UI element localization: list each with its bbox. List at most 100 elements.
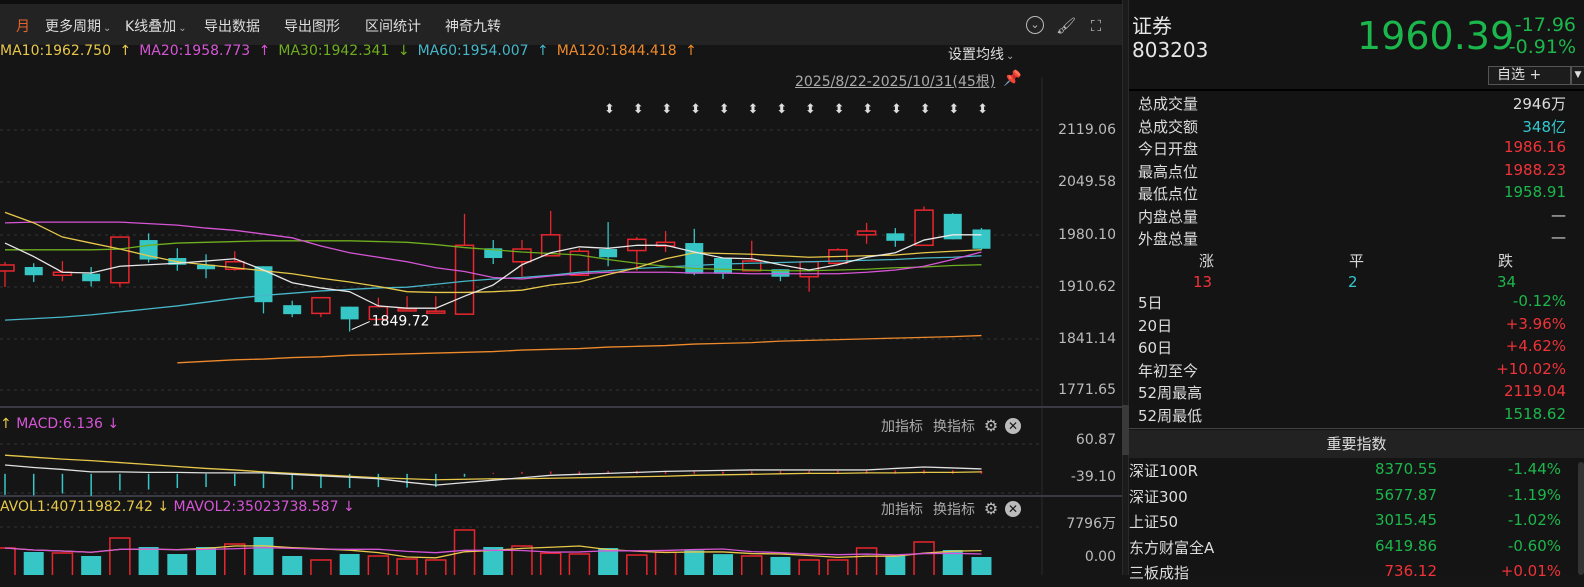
- export-image-button[interactable]: 导出图形: [284, 16, 340, 36]
- mavol2-arrow: ↓: [342, 499, 355, 515]
- candle-up: [311, 296, 331, 315]
- up-down-arrow-icon[interactable]: ⬍: [690, 102, 701, 117]
- perf-row: 年初至今 +10.02%: [1138, 360, 1566, 382]
- k-overlay-dropdown[interactable]: K线叠加 ⌄: [125, 16, 187, 36]
- stat-row: 最高点位 1988.23: [1138, 161, 1566, 183]
- stat-label: 总成交量: [1138, 95, 1199, 113]
- macd-arrow: ↓: [107, 416, 120, 432]
- index-change: -0.60%: [1507, 536, 1561, 555]
- ma-legend-item: MA120:1844.418 ↑: [557, 43, 701, 59]
- stat-value: 1958.91: [1503, 183, 1566, 201]
- range-stats-button[interactable]: 区间统计: [365, 16, 421, 36]
- candle-down: [599, 249, 618, 258]
- watchlist-dropdown-icon[interactable]: ▼: [1571, 66, 1584, 85]
- up-down-arrow-icon[interactable]: ⬍: [719, 102, 730, 117]
- pin-icon[interactable]: 📌: [1003, 69, 1022, 87]
- perf-label: 52周最低: [1138, 406, 1203, 425]
- close-icon[interactable]: ✕: [1005, 501, 1021, 517]
- volume-bar: [827, 559, 849, 575]
- volume-bar: [568, 553, 591, 575]
- chevron-circle-icon[interactable]: ⌄: [1026, 16, 1044, 34]
- stat-value: —: [1551, 205, 1566, 224]
- up-down-arrow-icon[interactable]: ⬍: [862, 102, 873, 117]
- stat-value: 1988.23: [1503, 160, 1566, 179]
- splitter-handle[interactable]: [1122, 405, 1129, 455]
- price-change: -17.96: [1514, 14, 1576, 36]
- candle-up: [0, 264, 15, 272]
- breadth-flat-count: 2: [1348, 273, 1358, 291]
- close-icon[interactable]: ✕: [1005, 418, 1021, 434]
- index-row[interactable]: 东方财富全A 6419.86 -0.60%: [1129, 537, 1569, 562]
- export-data-button[interactable]: 导出数据: [204, 16, 260, 36]
- candle-up: [856, 230, 877, 236]
- date-range-link[interactable]: 2025/8/22-2025/10/31(45根): [795, 71, 995, 91]
- perf-value: 2119.04: [1503, 382, 1566, 400]
- ma-value: MA20:1958.773: [139, 43, 251, 59]
- add-indicator-button[interactable]: 加指标: [881, 416, 923, 436]
- swap-indicator-button[interactable]: 换指标: [933, 416, 975, 436]
- up-down-arrow-icon[interactable]: ⬍: [604, 102, 615, 117]
- index-name: 东方财富全A: [1129, 538, 1215, 557]
- volume-bar: [971, 557, 992, 575]
- volume-legend: AVOL1:40711982.742 ↓ MAVOL2:35023738.587…: [0, 499, 355, 515]
- gear-icon[interactable]: ⚙: [983, 418, 999, 434]
- index-name: 深证300: [1129, 487, 1188, 506]
- up-down-arrow-icon[interactable]: ⬍: [948, 102, 959, 117]
- ma-value: MA30:1942.341: [278, 43, 390, 59]
- index-name: 三板成指: [1129, 564, 1190, 582]
- perf-row: 60日 +4.62%: [1138, 337, 1566, 359]
- index-price: 3015.45: [1374, 511, 1437, 529]
- index-price: 5677.87: [1374, 485, 1437, 504]
- mavol1-value: AVOL1:40711982.742: [0, 499, 153, 515]
- up-down-arrow-icon[interactable]: ⬍: [977, 102, 988, 117]
- index-row[interactable]: 上证50 3015.45 -1.02%: [1129, 511, 1569, 536]
- index-change: -1.19%: [1507, 485, 1561, 504]
- add-watchlist-button[interactable]: 自选 +: [1488, 66, 1571, 85]
- perf-row: 5日 -0.12%: [1138, 292, 1566, 314]
- brush-icon[interactable]: 🖌: [1056, 16, 1076, 36]
- fullscreen-icon[interactable]: ⛶: [1086, 16, 1106, 36]
- up-down-arrow-icon[interactable]: ⬍: [920, 102, 931, 117]
- volume-bar: [740, 555, 763, 575]
- ma-trend-arrow: ↑: [119, 43, 132, 59]
- magic-nine-button[interactable]: 神奇九转: [445, 16, 501, 36]
- volume-bar: [51, 552, 74, 575]
- volume-bar: [282, 555, 303, 575]
- ma-legend-item: MA10:1962.750 ↑: [0, 43, 135, 59]
- breadth-down-label: 跌: [1498, 252, 1514, 270]
- index-price: 6419.86: [1374, 536, 1437, 555]
- stat-row: 总成交量 2946万: [1138, 93, 1566, 115]
- up-down-arrow-icon[interactable]: ⬍: [805, 102, 816, 117]
- period-month[interactable]: 月: [16, 16, 30, 36]
- low-marker-arrow: [351, 321, 370, 331]
- up-down-arrow-icon[interactable]: ⬍: [633, 102, 644, 117]
- stat-label: 外盘总量: [1138, 230, 1199, 248]
- up-down-arrow-icon[interactable]: ⬍: [776, 102, 787, 117]
- perf-row: 52周最高 2119.04: [1138, 382, 1566, 404]
- price-axis-label: 1910.62: [1058, 279, 1116, 295]
- index-change: +0.01%: [1500, 562, 1561, 580]
- up-down-arrow-icon[interactable]: ⬍: [661, 102, 672, 117]
- gear-icon[interactable]: ⚙: [983, 501, 999, 517]
- low-price-label: 1849.72: [372, 314, 430, 330]
- swap-indicator-button[interactable]: 换指标: [933, 499, 975, 519]
- perf-value: -0.12%: [1512, 292, 1566, 310]
- up-down-arrow-icon[interactable]: ⬍: [748, 102, 759, 117]
- perf-label: 52周最高: [1138, 384, 1203, 402]
- volume-bar: [109, 537, 131, 575]
- up-down-arrow-icon[interactable]: ⬍: [891, 102, 902, 117]
- volume-bar: [138, 547, 159, 575]
- price-axis-label: 2049.58: [1058, 174, 1116, 190]
- security-code: 803203: [1132, 38, 1209, 62]
- ma-trend-arrow: ↑: [685, 43, 697, 59]
- divider: [1129, 89, 1584, 91]
- panel-splitter[interactable]: [1122, 0, 1129, 575]
- set-ma-button[interactable]: 设置均线 ⌄: [948, 44, 1014, 64]
- index-row[interactable]: 深证100R 8370.55 -1.44%: [1129, 460, 1569, 485]
- more-periods-dropdown[interactable]: 更多周期 ⌄: [45, 16, 111, 36]
- index-row[interactable]: 深证300 5677.87 -1.19%: [1129, 486, 1569, 511]
- scrollbar[interactable]: [1578, 462, 1584, 575]
- add-indicator-button[interactable]: 加指标: [881, 499, 923, 519]
- index-change: -1.02%: [1507, 511, 1561, 529]
- up-down-arrow-icon[interactable]: ⬍: [834, 102, 845, 117]
